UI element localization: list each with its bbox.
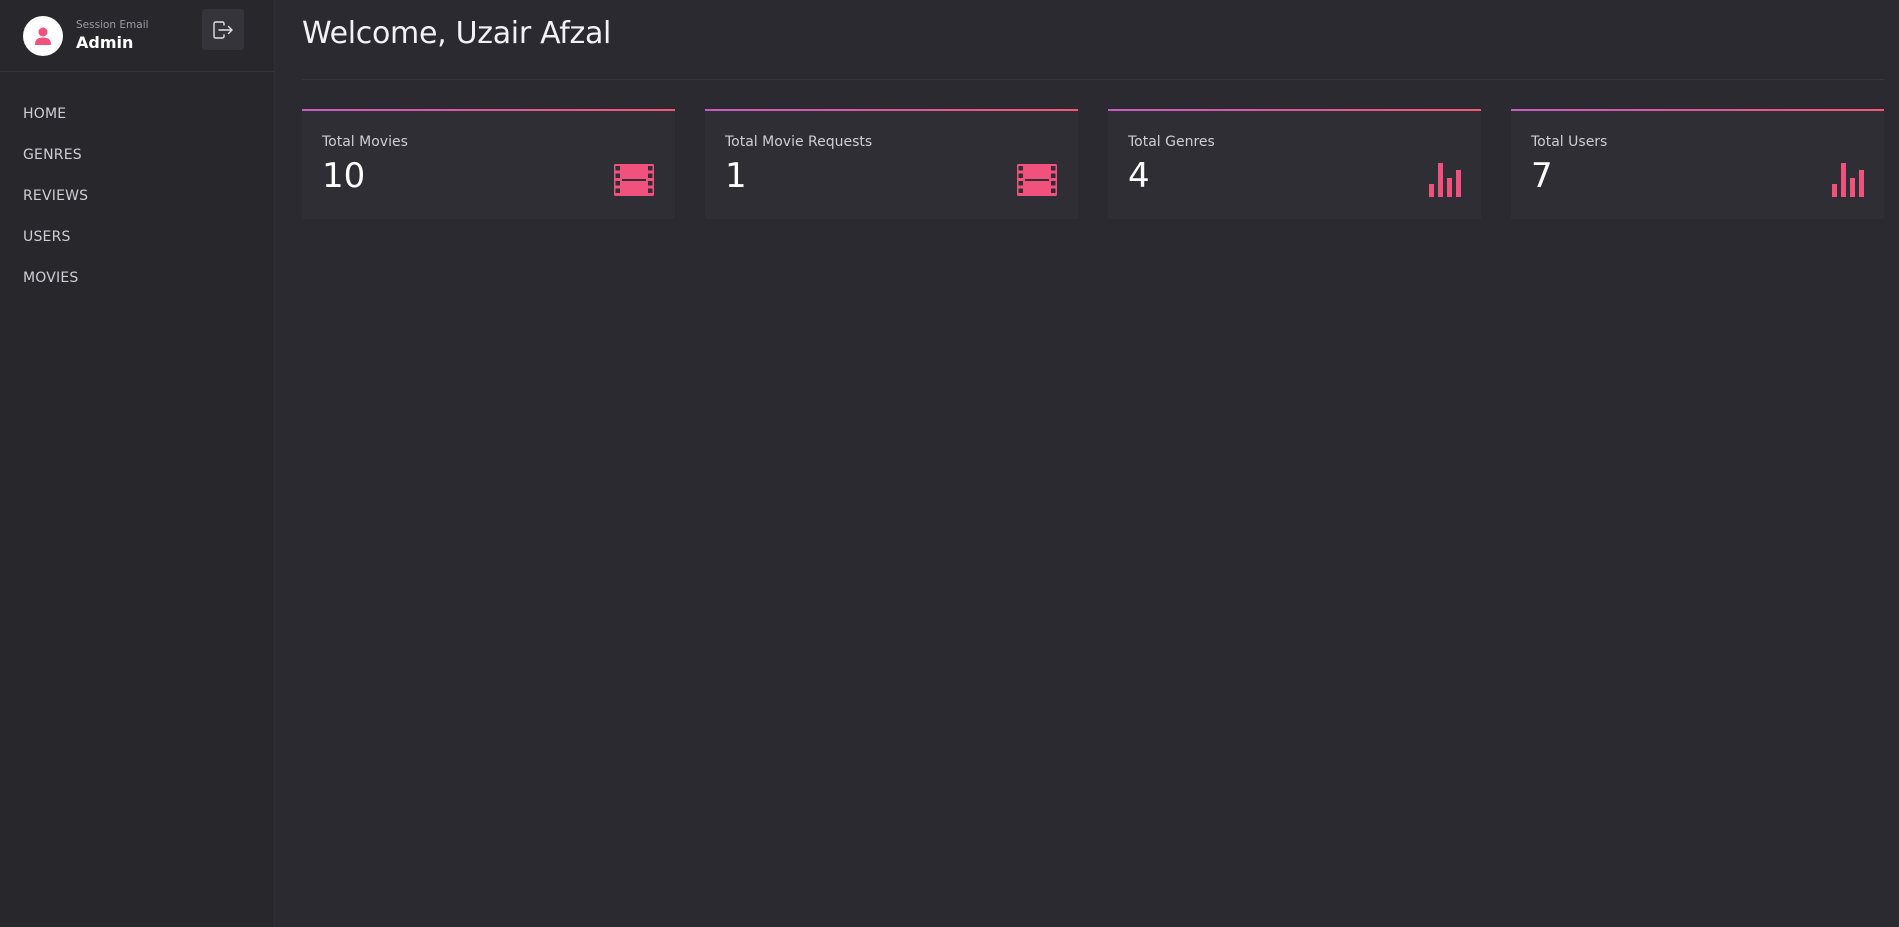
page-header: Welcome, Uzair Afzal	[302, 0, 1884, 80]
stat-value: 4	[1128, 156, 1150, 196]
stat-label: Total Users	[1531, 134, 1608, 150]
app: Session Email Admin HOME GENRES REVIEWS …	[0, 0, 1899, 927]
stat-card-total-movies: Total Movies 10	[302, 109, 675, 219]
sidebar-nav: HOME GENRES REVIEWS USERS MOVIES	[0, 72, 274, 298]
profile-text: Session Email Admin	[76, 18, 149, 54]
session-label: Session Email	[76, 18, 149, 31]
bar-chart-icon	[1429, 163, 1461, 201]
logout-button[interactable]	[202, 9, 244, 50]
stats-row: Total Movies 10 Total Movie Requests 1 T…	[302, 109, 1884, 219]
stat-value: 1	[725, 156, 747, 196]
stat-value: 7	[1531, 156, 1553, 196]
user-icon	[35, 27, 51, 45]
bar-chart-icon	[1832, 163, 1864, 201]
nav-item-movies[interactable]: MOVIES	[0, 257, 274, 298]
avatar	[23, 15, 63, 56]
stat-card-total-genres: Total Genres 4	[1108, 109, 1481, 219]
nav-item-genres[interactable]: GENRES	[0, 134, 274, 175]
nav-item-reviews[interactable]: REVIEWS	[0, 175, 274, 216]
stat-card-total-movie-requests: Total Movie Requests 1	[705, 109, 1078, 219]
logout-icon	[213, 20, 233, 39]
film-icon	[1016, 163, 1058, 201]
profile-header: Session Email Admin	[0, 0, 274, 72]
main-content: Welcome, Uzair Afzal Total Movies 10 Tot…	[275, 0, 1899, 927]
nav-item-home[interactable]: HOME	[0, 93, 274, 134]
nav-item-users[interactable]: USERS	[0, 216, 274, 257]
stat-label: Total Movies	[322, 134, 408, 150]
sidebar: Session Email Admin HOME GENRES REVIEWS …	[0, 0, 275, 927]
session-name: Admin	[76, 32, 134, 52]
film-icon	[613, 163, 655, 201]
stat-label: Total Movie Requests	[725, 134, 873, 150]
page-title: Welcome, Uzair Afzal	[302, 16, 612, 51]
stat-card-total-users: Total Users 7	[1511, 109, 1884, 219]
stat-value: 10	[322, 156, 366, 196]
stat-label: Total Genres	[1128, 134, 1215, 150]
